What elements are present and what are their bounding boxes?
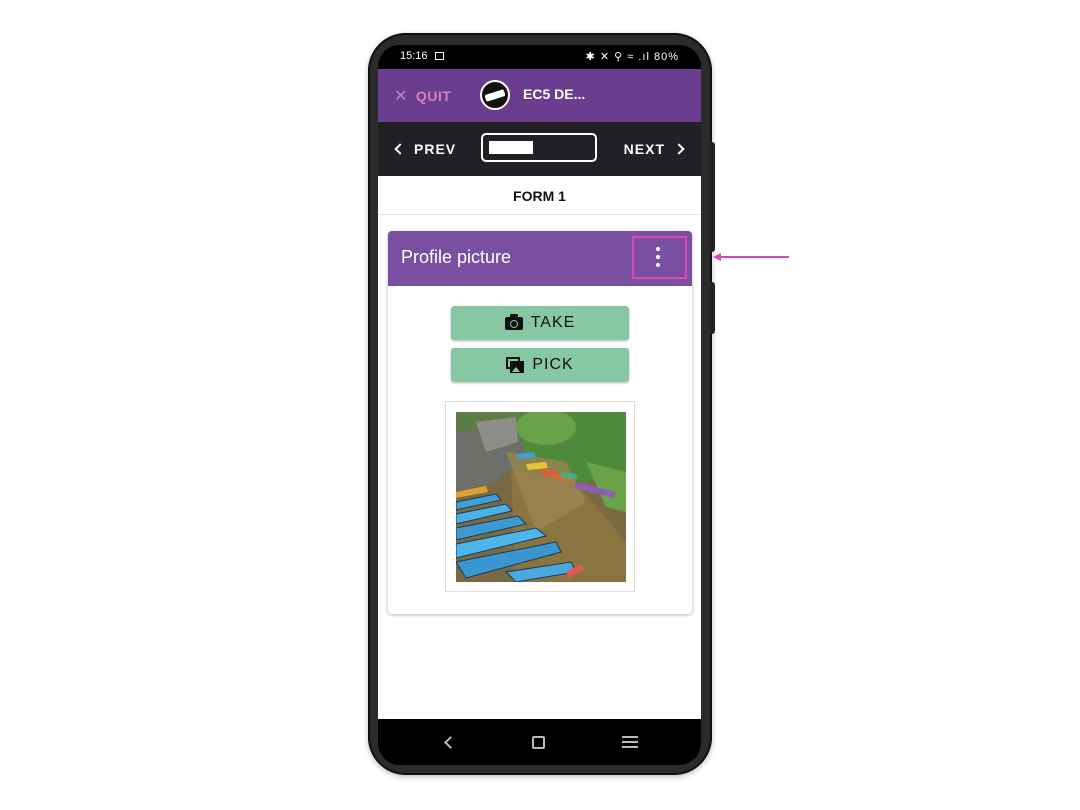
question-header: Profile picture bbox=[388, 231, 692, 286]
annotation-arrow bbox=[718, 256, 789, 258]
phone-screen: 15:16 ✱ ✕ ⚲ ≈ .ıl 80% ✕ QUIT EC5 DE... P… bbox=[378, 45, 701, 765]
status-bar: 15:16 ✱ ✕ ⚲ ≈ .ıl 80% bbox=[378, 45, 701, 69]
form-navigation-bar: PREV NEXT bbox=[378, 122, 701, 176]
app-bar: ✕ QUIT EC5 DE... bbox=[378, 69, 701, 122]
status-time: 15:16 bbox=[400, 50, 428, 62]
form-title: FORM 1 bbox=[378, 176, 701, 215]
annotation-highlight-box bbox=[632, 236, 687, 279]
android-navigation-bar bbox=[378, 719, 701, 765]
system-back-icon[interactable] bbox=[444, 736, 457, 749]
prev-button[interactable]: PREV bbox=[394, 141, 457, 157]
boats-canal-photo bbox=[456, 412, 626, 582]
image-notification-icon bbox=[435, 52, 444, 60]
question-card: Profile picture TAKE PICK bbox=[388, 231, 692, 614]
quit-button[interactable]: ✕ QUIT bbox=[394, 86, 451, 106]
photo-thumbnail[interactable] bbox=[445, 401, 635, 592]
pick-label: PICK bbox=[532, 356, 574, 373]
form-content: FORM 1 Profile picture TAKE PICK bbox=[378, 176, 701, 719]
pick-photo-button[interactable]: PICK bbox=[451, 348, 629, 382]
quit-label: QUIT bbox=[415, 88, 452, 104]
chevron-right-icon bbox=[673, 143, 685, 155]
project-logo bbox=[480, 80, 510, 110]
next-button[interactable]: NEXT bbox=[623, 141, 685, 157]
gallery-icon bbox=[506, 357, 525, 373]
project-title: EC5 DE... bbox=[523, 86, 586, 102]
system-recents-icon[interactable] bbox=[622, 736, 638, 749]
annotation-arrow-head bbox=[713, 253, 721, 261]
power-button bbox=[710, 282, 715, 334]
volume-button bbox=[710, 142, 715, 252]
system-home-icon[interactable] bbox=[532, 736, 545, 749]
take-photo-button[interactable]: TAKE bbox=[451, 306, 629, 340]
question-title: Profile picture bbox=[401, 247, 512, 267]
take-label: TAKE bbox=[530, 314, 576, 331]
chevron-left-icon bbox=[394, 143, 406, 155]
question-jump-field[interactable] bbox=[481, 133, 597, 162]
status-icons: ✱ ✕ ⚲ ≈ .ıl 80% bbox=[585, 51, 679, 63]
next-label: NEXT bbox=[623, 141, 665, 157]
prev-label: PREV bbox=[414, 141, 457, 157]
close-icon: ✕ bbox=[394, 88, 408, 105]
camera-icon bbox=[504, 313, 523, 330]
